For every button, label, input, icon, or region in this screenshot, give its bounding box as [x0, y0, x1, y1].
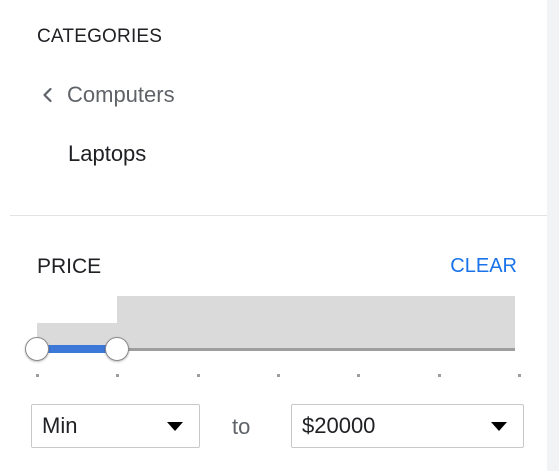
slider-tick	[116, 374, 120, 377]
slider-tick	[357, 374, 361, 377]
category-back-link[interactable]: Computers	[37, 80, 175, 110]
clear-price-button[interactable]: CLEAR	[450, 255, 517, 278]
section-divider	[10, 215, 547, 216]
dropdown-caret-icon	[167, 422, 183, 431]
results-area-edge	[547, 0, 559, 471]
price-slider-min-handle[interactable]	[25, 337, 49, 361]
price-heading: PRICE	[37, 255, 102, 278]
max-price-value: $20000	[302, 413, 376, 438]
range-separator: to	[232, 414, 251, 439]
histogram-bar	[116, 296, 515, 350]
category-item-laptops[interactable]: Laptops	[68, 141, 146, 167]
chevron-left-icon	[43, 87, 52, 103]
slider-tick	[277, 374, 280, 377]
slider-tick	[518, 374, 521, 377]
slider-tick	[36, 374, 39, 377]
price-slider-max-handle[interactable]	[104, 337, 129, 361]
dropdown-caret-icon	[491, 422, 507, 431]
min-price-select[interactable]: Min	[31, 404, 200, 448]
slider-tick	[437, 374, 441, 377]
category-parent-label: Computers	[67, 82, 175, 107]
filter-panel: CATEGORIES Computers Laptops PRICE CLEAR…	[0, 0, 559, 471]
slider-tick	[196, 374, 200, 377]
max-price-select[interactable]: $20000	[291, 404, 524, 448]
categories-heading: CATEGORIES	[37, 26, 163, 47]
min-price-value: Min	[42, 413, 78, 438]
